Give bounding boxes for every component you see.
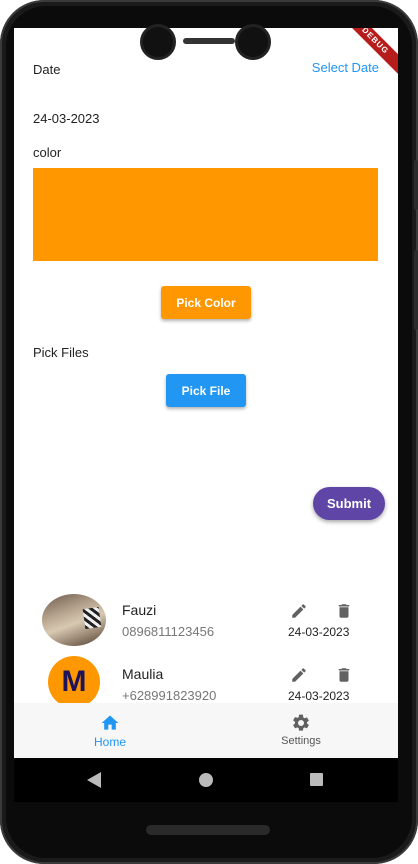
pick-files-label: Pick Files xyxy=(33,345,89,360)
gear-icon xyxy=(293,714,309,731)
submit-button[interactable]: Submit xyxy=(313,487,385,520)
color-label: color xyxy=(33,145,62,160)
contact-date: 24-03-2023 xyxy=(288,689,350,703)
nav-settings[interactable]: Settings xyxy=(241,713,361,747)
pick-color-button[interactable]: Pick Color xyxy=(161,286,251,319)
date-row: Date Select Date xyxy=(33,58,379,80)
system-navigation-bar xyxy=(14,758,398,802)
selected-date: 24-03-2023 xyxy=(33,111,100,126)
nav-home[interactable]: Home xyxy=(50,713,170,749)
color-preview xyxy=(33,168,378,261)
home-circle-icon[interactable] xyxy=(199,773,213,787)
pick-file-button[interactable]: Pick File xyxy=(166,374,246,407)
earpiece-speaker xyxy=(183,38,235,44)
nav-settings-label: Settings xyxy=(281,735,321,747)
app-screen: 9:04 ▣ ▣ ▼ ▮ DEBUG Date Select Date 24-0… xyxy=(14,28,398,758)
notification-icons: ▣ ▣ xyxy=(62,31,86,43)
front-sensor-icon xyxy=(235,24,271,60)
contact-date: 24-03-2023 xyxy=(288,625,350,639)
home-icon xyxy=(101,715,119,730)
avatar xyxy=(42,594,106,646)
contact-name: Fauzi xyxy=(122,602,157,618)
bottom-speaker xyxy=(146,825,270,835)
date-label: Date xyxy=(33,62,61,77)
delete-icon[interactable] xyxy=(335,602,353,620)
status-time: 9:04 xyxy=(20,30,47,45)
volume-button xyxy=(414,250,418,330)
recents-icon[interactable] xyxy=(310,773,323,786)
back-icon[interactable] xyxy=(87,772,101,788)
edit-icon[interactable] xyxy=(290,666,308,684)
contact-name: Maulia xyxy=(122,666,164,682)
contact-phone: 0896811123456 xyxy=(122,624,215,639)
delete-icon[interactable] xyxy=(335,666,353,684)
edit-icon[interactable] xyxy=(290,602,308,620)
bottom-navigation: Home Settings xyxy=(14,703,398,758)
avatar: M xyxy=(48,656,100,708)
nav-home-label: Home xyxy=(93,735,126,749)
contact-phone: +628991823920 xyxy=(122,688,217,703)
power-button xyxy=(414,160,418,210)
front-camera-icon xyxy=(140,24,176,60)
list-item[interactable]: Fauzi 0896811123456 24-03-2023 xyxy=(14,588,398,656)
select-date-button[interactable]: Select Date xyxy=(312,60,379,75)
photo-object xyxy=(82,606,102,630)
